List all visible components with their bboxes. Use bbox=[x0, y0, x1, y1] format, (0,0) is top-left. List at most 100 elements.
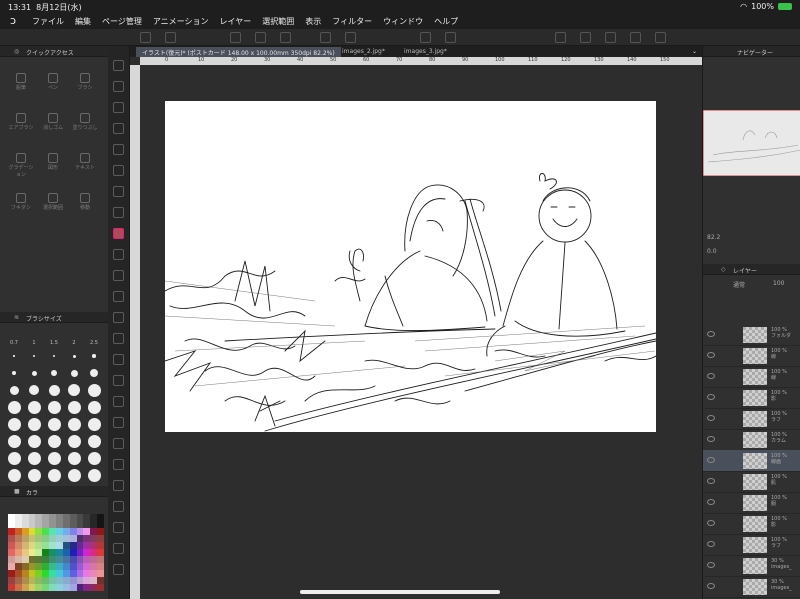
color-swatch[interactable] bbox=[69, 563, 77, 570]
eye-icon[interactable] bbox=[707, 520, 715, 526]
color-swatch[interactable] bbox=[97, 556, 104, 563]
layer-row[interactable]: 100 % 肌 bbox=[703, 471, 800, 493]
color-swatch[interactable] bbox=[90, 535, 98, 542]
blend-icon[interactable] bbox=[113, 354, 124, 365]
color-swatch[interactable] bbox=[42, 556, 50, 563]
app-logo-icon[interactable]: ↄ bbox=[10, 14, 24, 28]
color-swatch[interactable] bbox=[69, 542, 77, 549]
color-swatch[interactable] bbox=[49, 584, 56, 591]
brush-size-dot[interactable] bbox=[47, 468, 61, 482]
layer-row[interactable]: 100 % 影 bbox=[703, 387, 800, 409]
tab-illustration[interactable]: イラスト(復元)* (ポストカード 148.00 x 100.00mm 350d… bbox=[136, 47, 341, 57]
color-swatch[interactable] bbox=[8, 542, 15, 549]
color-swatch[interactable] bbox=[62, 535, 70, 542]
eye-icon[interactable] bbox=[707, 394, 715, 400]
brush-size-dot[interactable] bbox=[47, 434, 61, 448]
color-swatch[interactable] bbox=[28, 556, 36, 563]
color-swatch[interactable] bbox=[83, 577, 91, 584]
brush-size-dot[interactable] bbox=[7, 468, 21, 482]
redo-icon[interactable] bbox=[280, 32, 291, 43]
color-swatch[interactable] bbox=[76, 542, 84, 549]
color-swatch[interactable] bbox=[62, 514, 70, 521]
color-swatch[interactable] bbox=[21, 535, 29, 542]
drawing-canvas[interactable] bbox=[165, 101, 656, 432]
color-swatch[interactable] bbox=[14, 514, 22, 521]
color-swatch[interactable] bbox=[83, 521, 91, 528]
color-swatch[interactable] bbox=[14, 584, 22, 591]
quick-access-header[interactable]: ◎ クイックアクセス bbox=[0, 46, 108, 57]
color-swatch[interactable] bbox=[76, 535, 84, 542]
color-swatch[interactable] bbox=[97, 577, 104, 584]
color-swatch[interactable] bbox=[42, 521, 50, 528]
brush-size-dot[interactable] bbox=[47, 400, 61, 414]
correction-icon[interactable] bbox=[113, 522, 124, 533]
brush-size-dot[interactable] bbox=[7, 434, 21, 448]
color-swatch[interactable] bbox=[14, 549, 22, 556]
brush-size-dot[interactable] bbox=[87, 417, 101, 431]
color-swatch[interactable] bbox=[28, 584, 36, 591]
brush-size-dot[interactable] bbox=[67, 468, 81, 482]
color-swatch[interactable] bbox=[83, 542, 91, 549]
color-swatch[interactable] bbox=[21, 549, 29, 556]
eye-icon[interactable] bbox=[707, 457, 715, 463]
color-swatch[interactable] bbox=[62, 549, 70, 556]
blend-mode-select[interactable]: 通常 bbox=[733, 280, 745, 289]
brush-size-dot[interactable] bbox=[9, 385, 19, 395]
color-swatch[interactable] bbox=[56, 584, 63, 591]
eyedropper-icon[interactable] bbox=[113, 207, 124, 218]
brush-size-dot[interactable] bbox=[27, 451, 41, 465]
color-swatch[interactable] bbox=[8, 563, 15, 570]
clear-icon[interactable] bbox=[320, 32, 331, 43]
layer-move-icon[interactable] bbox=[113, 543, 124, 554]
brush-size-dot[interactable] bbox=[13, 355, 15, 357]
pen-icon[interactable] bbox=[113, 228, 124, 239]
color-set-header[interactable]: ■ カラ bbox=[0, 486, 108, 497]
color-swatch[interactable] bbox=[69, 584, 77, 591]
color-swatch[interactable] bbox=[90, 556, 98, 563]
color-swatch[interactable] bbox=[28, 542, 36, 549]
color-swatch[interactable] bbox=[42, 570, 50, 577]
color-swatch[interactable] bbox=[14, 577, 22, 584]
color-swatch[interactable] bbox=[56, 570, 63, 577]
quick-access-item[interactable]: エアブラシ bbox=[8, 112, 34, 134]
color-swatch[interactable] bbox=[90, 521, 98, 528]
navigator-preview[interactable] bbox=[702, 109, 800, 177]
brush-size-dot[interactable] bbox=[27, 434, 41, 448]
move-icon[interactable] bbox=[113, 123, 124, 134]
color-swatch[interactable] bbox=[56, 514, 63, 521]
brush-size-dot[interactable] bbox=[7, 400, 21, 414]
color-swatch[interactable] bbox=[90, 528, 98, 535]
color-swatch[interactable] bbox=[21, 542, 29, 549]
color-swatch[interactable] bbox=[35, 521, 43, 528]
color-swatch[interactable] bbox=[97, 535, 104, 542]
color-swatch[interactable] bbox=[76, 556, 84, 563]
quick-access-item[interactable]: ブラシ bbox=[72, 72, 98, 94]
navigator-rotation[interactable]: 0.0 bbox=[707, 248, 717, 255]
color-swatch[interactable] bbox=[14, 570, 22, 577]
color-swatch[interactable] bbox=[42, 528, 50, 535]
color-swatch[interactable] bbox=[42, 584, 50, 591]
color-swatch[interactable] bbox=[49, 528, 56, 535]
color-swatch[interactable] bbox=[14, 556, 22, 563]
color-swatch[interactable] bbox=[83, 570, 91, 577]
tab-images-3[interactable]: images_3.jpg* bbox=[398, 47, 453, 57]
layer-row[interactable]: 30 % images_ bbox=[703, 555, 800, 577]
balloon-icon[interactable] bbox=[113, 501, 124, 512]
color-swatch[interactable] bbox=[42, 563, 50, 570]
quick-access-item[interactable]: フキダシ bbox=[8, 192, 34, 214]
menu-selection[interactable]: 選択範囲 bbox=[262, 16, 294, 27]
color-swatch[interactable] bbox=[35, 528, 43, 535]
color-swatch[interactable] bbox=[14, 528, 22, 535]
color-swatch[interactable] bbox=[90, 514, 98, 521]
brush-icon[interactable] bbox=[113, 270, 124, 281]
color-swatch[interactable] bbox=[49, 577, 56, 584]
color-swatch[interactable] bbox=[49, 563, 56, 570]
brush-size-dot[interactable] bbox=[67, 400, 81, 414]
eye-icon[interactable] bbox=[707, 499, 715, 505]
quick-access-item[interactable]: テキスト bbox=[72, 152, 98, 174]
color-swatch[interactable] bbox=[49, 535, 56, 542]
color-swatch[interactable] bbox=[49, 542, 56, 549]
color-swatch[interactable] bbox=[28, 563, 36, 570]
ruler-icon[interactable] bbox=[580, 32, 591, 43]
brush-size-dot[interactable] bbox=[67, 434, 81, 448]
